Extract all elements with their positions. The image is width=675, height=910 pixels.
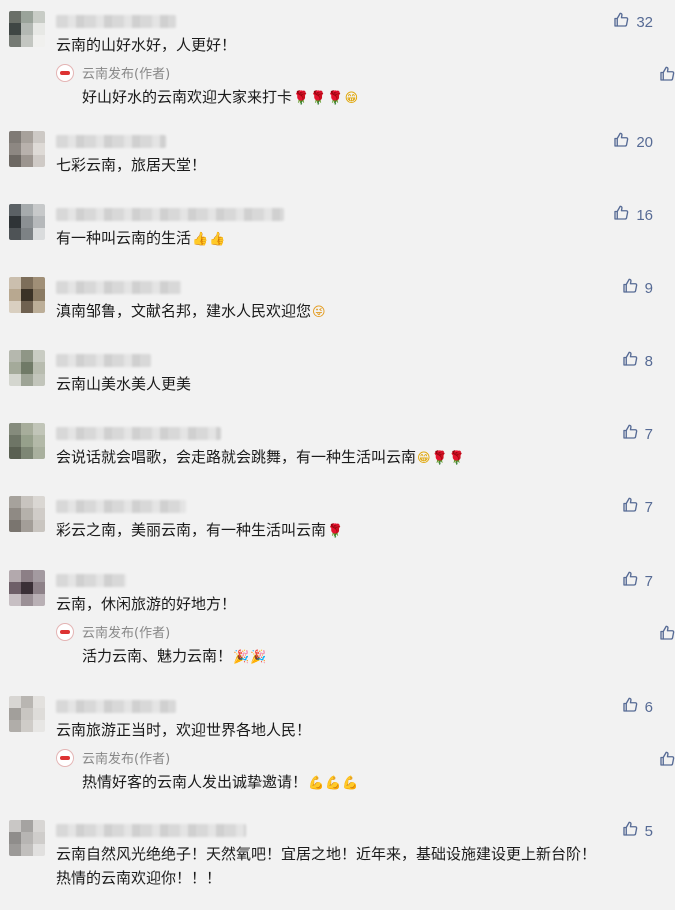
emoji-icon: 🌹 [327, 91, 344, 106]
comment-text: 彩云之南，美丽云南，有一种生活叫云南🌹 [56, 518, 343, 544]
emoji-icon: 💪 [308, 776, 325, 791]
reply-author[interactable]: 云南发布(作者) [82, 63, 170, 82]
reply-author[interactable]: 云南发布(作者) [82, 622, 170, 641]
reply-like-button[interactable]: 7 [658, 65, 675, 87]
emoji-icon: 🌹 [293, 91, 310, 106]
comment-text: 云南山美水美人更美 [56, 375, 192, 393]
emoji-icon: 🌹 [431, 451, 448, 466]
thumbs-up-icon [621, 496, 639, 518]
thumbs-up-icon [658, 65, 675, 87]
author-logo-icon [56, 749, 74, 767]
avatar[interactable] [9, 423, 45, 459]
avatar[interactable] [9, 350, 45, 386]
comment-text-line2: 热情的云南欢迎你！！！ [56, 869, 222, 887]
username-blurred[interactable] [56, 500, 186, 513]
like-button[interactable]: 6 [621, 696, 653, 718]
emoji-icon: 😁 [344, 91, 359, 106]
username-blurred[interactable] [56, 824, 246, 837]
like-button[interactable]: 7 [621, 570, 653, 592]
username-blurred[interactable] [56, 574, 126, 587]
emoji-icon: 🌹 [310, 91, 327, 106]
avatar[interactable] [9, 570, 45, 606]
like-button[interactable]: 7 [621, 496, 653, 518]
emoji-icon: 🌹 [448, 451, 465, 466]
like-button[interactable]: 20 [612, 131, 653, 153]
emoji-icon: 🎉 [233, 650, 250, 665]
thumbs-up-icon [612, 11, 630, 33]
like-button[interactable]: 16 [612, 204, 653, 226]
avatar[interactable] [9, 496, 45, 532]
username-blurred[interactable] [56, 427, 221, 440]
username-blurred[interactable] [56, 208, 284, 221]
like-count: 8 [644, 352, 653, 370]
like-count: 7 [644, 498, 653, 516]
thumbs-up-icon [658, 750, 675, 772]
avatar[interactable] [9, 204, 45, 240]
reply-text: 热情好客的云南人发出诚挚邀请！💪💪💪 [82, 770, 359, 796]
username-blurred[interactable] [56, 281, 181, 294]
emoji-icon: 😁 [417, 451, 431, 466]
thumbs-up-icon [612, 131, 630, 153]
like-count: 5 [644, 822, 653, 840]
like-count: 9 [644, 279, 653, 297]
thumbs-up-icon [621, 350, 639, 372]
emoji-icon: 💪 [325, 776, 342, 791]
emoji-icon: 👍 [192, 232, 209, 247]
comment-text: 有一种叫云南的生活👍👍 [56, 226, 225, 252]
comment-text: 会说话就会唱歌，会走路就会跳舞，有一种生活叫云南😁🌹🌹 [56, 445, 465, 471]
like-count: 7 [644, 572, 653, 590]
thumbs-up-icon [658, 624, 675, 646]
emoji-icon: 😜 [312, 305, 326, 320]
username-blurred[interactable] [56, 15, 176, 28]
avatar[interactable] [9, 696, 45, 732]
emoji-icon: 🌹 [327, 524, 344, 539]
comment-text: 云南旅游正当时，欢迎世界各地人民！ [56, 721, 312, 739]
reply-like-button[interactable]: 2 [658, 750, 675, 772]
thumbs-up-icon [621, 423, 639, 445]
comment-text: 云南自然风光绝绝子！天然氧吧！宜居之地！近年来，基础设施建设更上新台阶！ [56, 845, 597, 863]
comment-text: 七彩云南，旅居天堂！ [56, 156, 207, 174]
thumbs-up-icon [621, 277, 639, 299]
username-blurred[interactable] [56, 135, 166, 148]
author-logo-icon [56, 64, 74, 82]
like-button[interactable]: 8 [621, 350, 653, 372]
like-count: 6 [644, 698, 653, 716]
thumbs-up-icon [612, 204, 630, 226]
reply-text: 活力云南、魅力云南！🎉🎉 [82, 644, 266, 670]
like-button[interactable]: 5 [621, 820, 653, 842]
thumbs-up-icon [621, 696, 639, 718]
like-button[interactable]: 32 [612, 11, 653, 33]
like-count: 7 [644, 425, 653, 443]
comment-text: 云南的山好水好，人更好！ [56, 36, 237, 54]
like-count: 32 [636, 13, 653, 31]
author-logo-icon [56, 623, 74, 641]
comment-text: 滇南邹鲁，文献名邦，建水人民欢迎您😜 [56, 299, 326, 325]
emoji-icon: 👍 [209, 232, 226, 247]
username-blurred[interactable] [56, 700, 176, 713]
like-button[interactable]: 9 [621, 277, 653, 299]
username-blurred[interactable] [56, 354, 151, 367]
reply-like-button[interactable]: 1 [658, 624, 675, 646]
reply-text: 好山好水的云南欢迎大家来打卡🌹🌹🌹😁 [82, 85, 358, 111]
like-count: 20 [636, 133, 653, 151]
avatar[interactable] [9, 131, 45, 167]
emoji-icon: 🎉 [250, 650, 267, 665]
like-count: 16 [636, 206, 653, 224]
thumbs-up-icon [621, 820, 639, 842]
thumbs-up-icon [621, 570, 639, 592]
avatar[interactable] [9, 11, 45, 47]
avatar[interactable] [9, 277, 45, 313]
reply-author[interactable]: 云南发布(作者) [82, 748, 170, 767]
emoji-icon: 💪 [342, 776, 359, 791]
like-button[interactable]: 7 [621, 423, 653, 445]
avatar[interactable] [9, 820, 45, 856]
comment-text: 云南，休闲旅游的好地方！ [56, 595, 237, 613]
